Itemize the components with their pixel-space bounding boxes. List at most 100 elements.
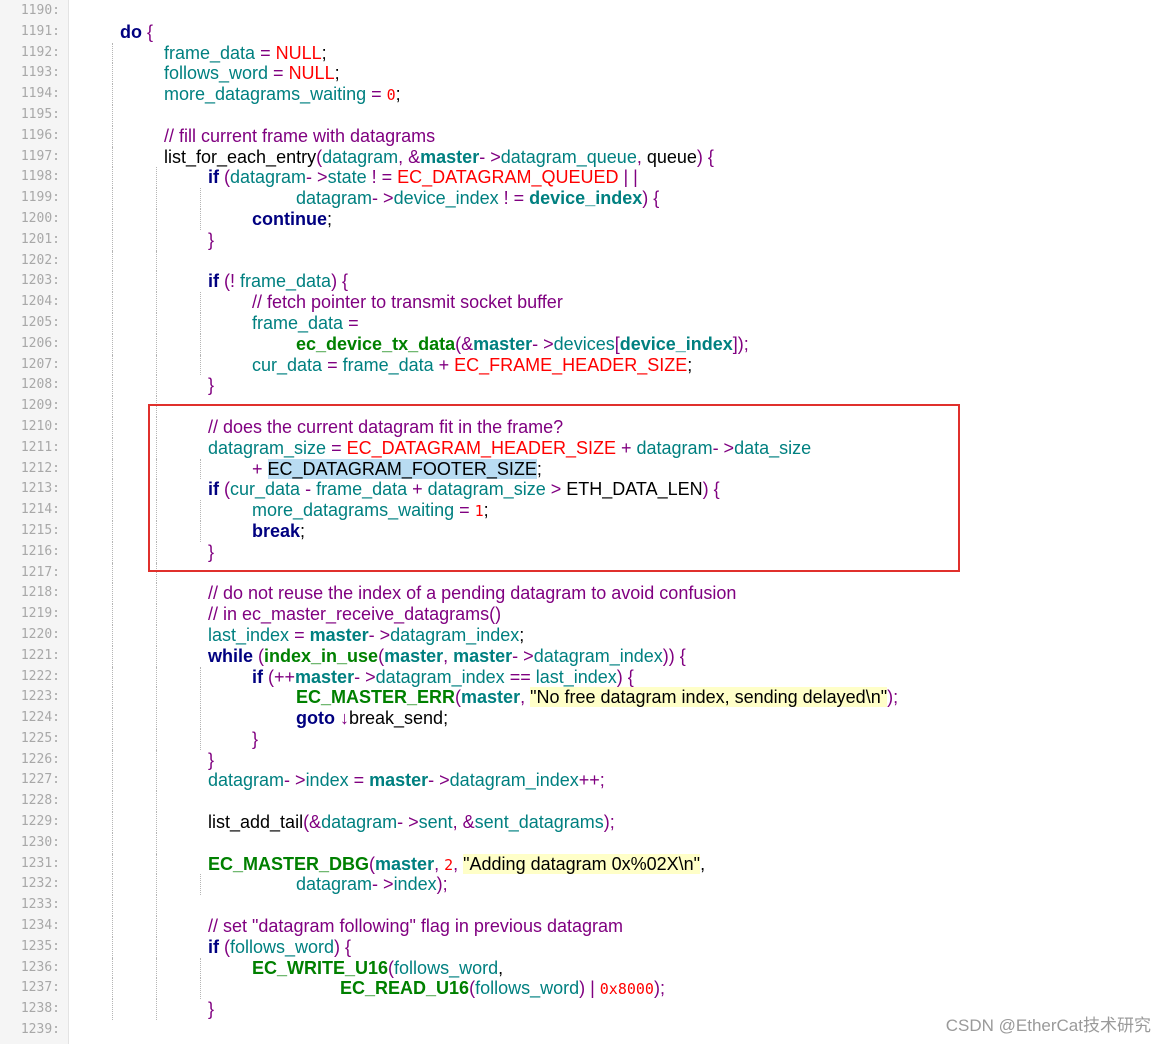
indent-guide [156,916,157,937]
operator-token: = [289,624,310,645]
code-line[interactable]: 1213: if (cur_data - frame_data + datagra… [0,479,1165,501]
code-text: continue; [252,209,332,230]
identifier-token: master [309,624,369,645]
code-line[interactable]: 1199: datagram- >device_index ! = device_… [0,188,1165,209]
operator-token: - > [306,167,328,188]
code-line[interactable]: 1236: EC_WRITE_U16(follows_word, [0,957,1165,979]
code-line[interactable]: 1224: goto ↓break_send; [0,708,1165,729]
number-token: 2 [444,855,454,874]
operator-token: ( [219,936,230,957]
code-line[interactable]: 1222: if (++master- >datagram_index == la… [0,666,1165,688]
code-lines[interactable]: 1190: 1191: do {1192: frame_data = NULL; 119… [0,1,1165,1041]
code-line[interactable]: 1206: ec_device_tx_data(&master- >devices… [0,333,1165,355]
code-line[interactable]: 1219: // in ec_master_receive_datagrams() [0,604,1165,625]
identifier-token: index [393,874,437,895]
code-line[interactable]: 1226:} [0,749,1165,771]
indent-guide [200,354,201,376]
operator-token: | | [618,167,638,188]
code-line[interactable]: 1218: // do not reuse the index of a pend… [0,583,1165,605]
operator-token: - > [368,624,391,645]
operator-token: - [300,479,317,500]
code-line[interactable]: 1207: cur_data = frame_data + EC_FRAME_HE… [0,354,1165,376]
identifier-token: datagram_index [449,770,579,791]
code-line[interactable]: 1217: [0,562,1165,584]
operator-token: ) | [579,978,600,999]
indent-guide [112,936,113,958]
code-line[interactable]: 1196: // fill current frame with datagram… [0,125,1165,147]
code-line[interactable]: 1210: // does the current datagram fit in… [0,416,1165,438]
code-line[interactable]: 1209: [0,396,1165,417]
operator-token: (& [455,333,474,354]
constant-token: NULL [288,63,335,84]
operator-token: } [208,229,215,250]
indent-guide [156,770,157,792]
indent-guide [112,666,113,688]
indent-guide [200,978,201,1000]
indent-guide [156,583,157,605]
code-line[interactable]: 1221: while (index_in_use(master, master-… [0,645,1165,667]
code-line[interactable]: 1203: if (! frame_data) { [0,271,1165,293]
code-line[interactable]: 1228: [0,791,1165,813]
line-number: 1197: [20,148,60,164]
code-line[interactable]: 1191: do { [0,22,1165,43]
line-number: 1224: [20,710,60,726]
indent-guide [112,146,113,168]
indent-guide [112,479,113,501]
code-line[interactable]: 1231: EC_MASTER_DBG(master, 2, "Adding da… [0,853,1165,875]
keyword-token: continue [252,208,327,229]
function-token: EC_READ_U16 [340,978,470,999]
code-line[interactable]: 1230: [0,832,1165,854]
code-line[interactable]: 1205: frame_data = [0,312,1165,334]
indent-guide [112,604,113,625]
code-line[interactable]: 1208:} [0,375,1165,397]
code-line[interactable]: 1204: // fetch pointer to transmit socket… [0,292,1165,313]
identifier-token: datagram [208,770,285,791]
code-line[interactable]: 1190: [0,1,1165,22]
function-token: EC_MASTER_ERR [296,687,456,708]
code-editor[interactable]: 1190: 1191: do {1192: frame_data = NULL; 119… [0,0,1165,1044]
indent-guide [112,416,113,438]
code-line[interactable]: 1215: break; [0,520,1165,542]
code-line[interactable]: 1227: datagram- >index = master- >datagra… [0,770,1165,792]
code-line[interactable]: 1195: [0,104,1165,126]
code-line[interactable]: 1233: [0,895,1165,917]
code-line[interactable]: 1201:} [0,229,1165,251]
code-line[interactable]: 1235: if (follows_word) { [0,936,1165,958]
identifier-token: master [369,770,429,791]
indent-guide [112,687,113,709]
line-number: 1239: [20,1022,60,1038]
text-token: ; [483,500,489,521]
code-line[interactable]: 1229: list_add_tail(&datagram- >sent, &se… [0,812,1165,833]
line-number: 1206: [20,335,60,351]
operator-token: - > [372,188,394,209]
code-line[interactable]: 1220: last_index = master- >datagram_inde… [0,624,1165,646]
code-line[interactable]: 1212: + EC_DATAGRAM_FOOTER_SIZE; [0,458,1165,480]
code-line[interactable]: 1192: frame_data = NULL; [0,42,1165,64]
code-line[interactable]: 1193: follows_word = NULL; [0,63,1165,85]
code-line[interactable]: 1202: [0,250,1165,272]
code-text: EC_MASTER_ERR(master, "No free datagram … [296,687,898,708]
code-line[interactable]: 1200: continue; [0,208,1165,230]
identifier-token: datagram_index [390,624,520,645]
indent-guide [200,500,201,521]
constant-token: EC_FRAME_HEADER_SIZE [454,354,688,375]
code-line[interactable]: 1223: EC_MASTER_ERR(master, "No free data… [0,687,1165,709]
indent-guide [112,125,113,147]
code-line[interactable]: 1237: EC_READ_U16(follows_word) | 0x8000)… [0,978,1165,1000]
code-line[interactable]: 1216:} [0,541,1165,563]
code-line[interactable]: 1211: datagram_size = EC_DATAGRAM_HEADER_… [0,437,1165,459]
code-text: more_datagrams_waiting = 1; [252,500,489,522]
code-text: if (++master- >datagram_index == last_in… [252,667,634,688]
code-line[interactable]: 1225:} [0,728,1165,750]
operator-token: { [142,21,154,42]
code-line[interactable]: 1194: more_datagrams_waiting = 0; [0,84,1165,105]
code-text: EC_WRITE_U16(follows_word, [252,958,503,979]
indent-guide [112,874,113,896]
code-line[interactable]: 1198: if (datagram- >state ! = EC_DATAGRA… [0,167,1165,189]
line-number: 1191: [20,23,60,39]
code-line[interactable]: 1214: more_datagrams_waiting = 1; [0,500,1165,521]
code-line[interactable]: 1234: // set "datagram following" flag in… [0,916,1165,937]
code-line[interactable]: 1197: list_for_each_entry(datagram, &mast… [0,146,1165,168]
code-text: last_index = master- >datagram_index; [208,625,524,646]
code-line[interactable]: 1232: datagram- >index); [0,874,1165,896]
